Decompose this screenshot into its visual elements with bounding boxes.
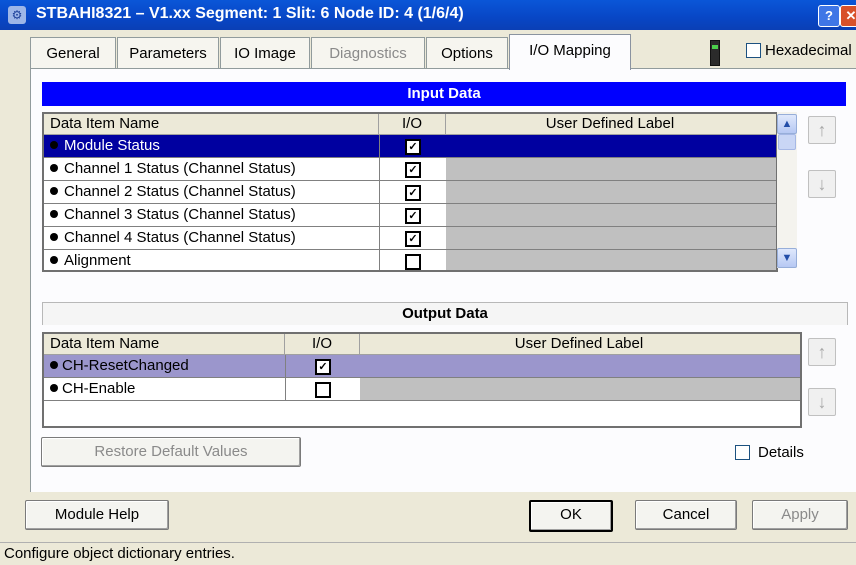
apply-button[interactable]: Apply [752,500,848,530]
module-help-button[interactable]: Module Help [25,500,169,530]
column-header-name[interactable]: Data Item Name [44,334,285,354]
io-cell: ✓ [379,181,447,203]
output-data-grid: Data Item Name I/O User Defined Label CH… [42,332,802,428]
input-row-channel-2[interactable]: Channel 2 Status (Channel Status) ✓ [44,181,776,204]
user-label-cell[interactable] [446,227,776,249]
hexadecimal-checkbox-box[interactable] [746,42,761,58]
io-checkbox[interactable]: ✓ [405,208,421,224]
row-name: CH-ResetChanged [44,355,189,377]
io-checkbox[interactable]: ✓ [405,231,421,247]
row-name: Channel 1 Status (Channel Status) [44,158,296,180]
row-name: CH-Enable [44,378,135,400]
tab-io-mapping[interactable]: I/O Mapping [509,34,631,70]
tab-options[interactable]: Options [426,37,508,69]
scroll-down-icon[interactable]: ▼ [777,248,797,268]
io-cell: ✓ [285,355,361,377]
input-data-grid: Data Item Name I/O User Defined Label Mo… [42,112,778,272]
hexadecimal-checkbox[interactable]: Hexadecimal [746,41,852,59]
title-bar: ⚙ STBAHI8321 – V1.xx Segment: 1 Slit: 6 … [0,0,856,30]
app-icon: ⚙ [8,6,26,24]
io-checkbox[interactable] [315,382,331,398]
io-cell: ✓ [379,227,447,249]
io-cell [379,250,447,270]
output-move-down-button[interactable]: ↓ [808,388,836,416]
bullet-icon [50,164,58,172]
output-move-up-button[interactable]: ↑ [808,338,836,366]
details-checkbox-box[interactable] [735,444,750,460]
bullet-icon [50,384,58,392]
column-header-name[interactable]: Data Item Name [44,114,379,134]
tab-io-image[interactable]: IO Image [220,37,310,69]
input-row-module-status[interactable]: Module Status ✓ [44,135,776,158]
io-checkbox[interactable]: ✓ [405,162,421,178]
io-cell: ✓ [379,204,447,226]
column-header-io[interactable]: I/O [285,334,360,354]
user-label-cell[interactable] [446,204,776,226]
user-label-cell[interactable] [446,250,776,270]
input-move-down-button[interactable]: ↓ [808,170,836,198]
output-grid-header: Data Item Name I/O User Defined Label [44,334,800,355]
restore-default-values-button[interactable]: Restore Default Values [41,437,301,467]
io-checkbox[interactable]: ✓ [315,359,331,375]
input-row-alignment[interactable]: Alignment [44,250,776,270]
input-move-up-button[interactable]: ↑ [808,116,836,144]
details-label: Details [758,443,804,461]
output-data-header: Output Data [42,302,848,325]
details-checkbox[interactable]: Details [735,443,804,461]
hexadecimal-label: Hexadecimal [765,41,852,59]
tab-general[interactable]: General [30,37,116,69]
input-grid-scrollbar[interactable]: ▲ ▼ [777,112,797,268]
user-label-cell[interactable] [360,378,800,400]
bullet-icon [50,141,58,149]
row-name: Channel 3 Status (Channel Status) [44,204,296,226]
bullet-icon [50,361,58,369]
output-row-ch-resetchanged[interactable]: CH-ResetChanged ✓ [44,355,800,378]
bullet-icon [50,187,58,195]
close-button[interactable]: ✕ [840,5,856,27]
bullet-icon [50,256,58,264]
user-label-cell[interactable] [446,158,776,180]
status-bar: Configure object dictionary entries. [0,542,856,565]
input-data-header: Input Data [42,82,846,106]
io-checkbox[interactable]: ✓ [405,185,421,201]
row-name: Alignment [44,250,131,270]
io-cell [285,378,361,400]
user-label-cell[interactable] [360,355,800,377]
input-grid-header: Data Item Name I/O User Defined Label [44,114,776,135]
input-row-channel-1[interactable]: Channel 1 Status (Channel Status) ✓ [44,158,776,181]
input-row-channel-3[interactable]: Channel 3 Status (Channel Status) ✓ [44,204,776,227]
tab-diagnostics[interactable]: Diagnostics [311,37,425,69]
tab-parameters[interactable]: Parameters [117,37,219,69]
bullet-icon [50,210,58,218]
bullet-icon [50,233,58,241]
input-row-channel-4[interactable]: Channel 4 Status (Channel Status) ✓ [44,227,776,250]
io-checkbox[interactable] [405,254,421,270]
scroll-thumb[interactable] [778,134,796,150]
help-button[interactable]: ? [818,5,840,27]
row-name: Channel 4 Status (Channel Status) [44,227,296,249]
column-header-io[interactable]: I/O [379,114,446,134]
column-header-label[interactable]: User Defined Label [446,114,774,134]
column-header-label[interactable]: User Defined Label [360,334,798,354]
io-cell: ✓ [379,135,447,157]
user-label-cell[interactable] [446,135,776,157]
window-title: STBAHI8321 – V1.xx Segment: 1 Slit: 6 No… [36,5,464,22]
io-checkbox[interactable]: ✓ [405,139,421,155]
scroll-up-icon[interactable]: ▲ [777,114,797,134]
output-row-ch-enable[interactable]: CH-Enable [44,378,800,401]
row-name: Channel 2 Status (Channel Status) [44,181,296,203]
io-cell: ✓ [379,158,447,180]
device-module-icon [710,40,720,66]
row-name: Module Status [44,135,160,157]
ok-button[interactable]: OK [529,500,613,532]
user-label-cell[interactable] [446,181,776,203]
cancel-button[interactable]: Cancel [635,500,737,530]
